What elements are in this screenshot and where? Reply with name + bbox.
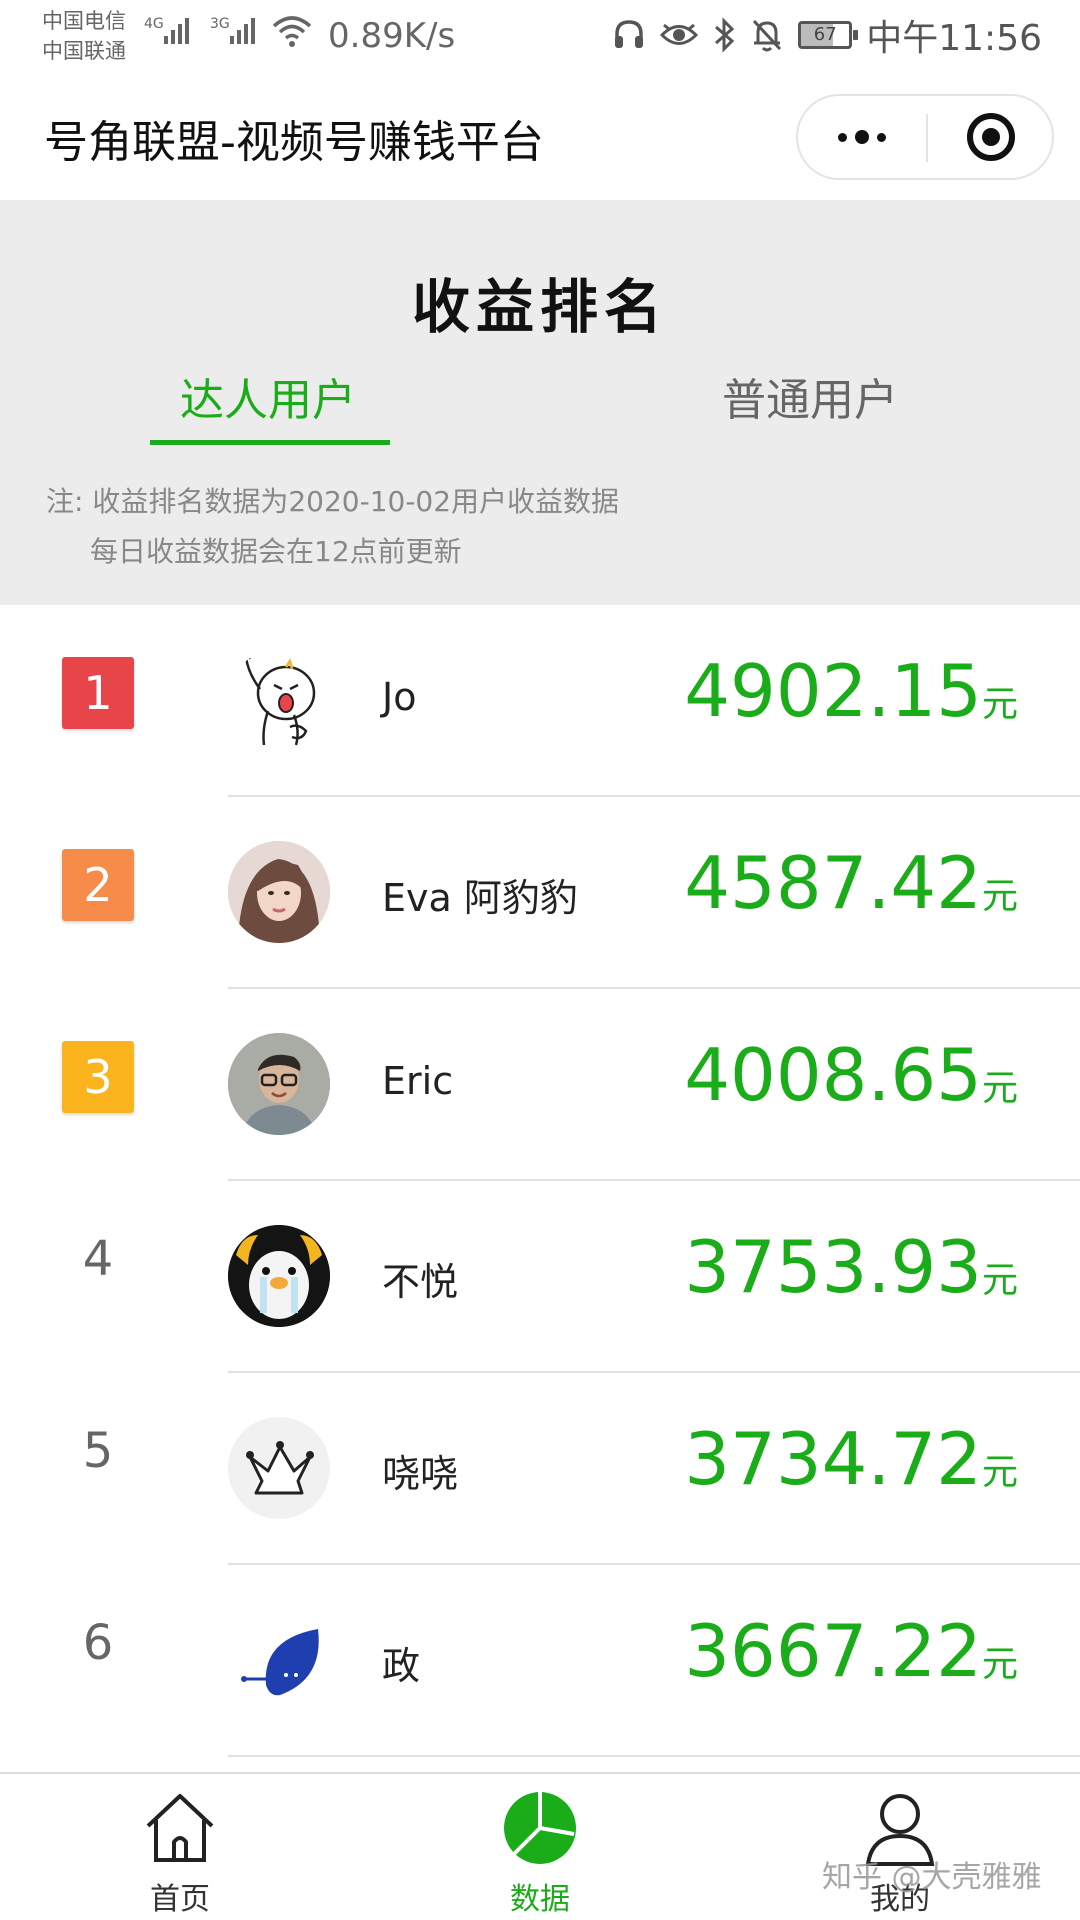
list-item[interactable]: 1 Jo 4902.15元 [0, 605, 1080, 797]
user-name: Jo [382, 675, 417, 719]
network-type-1: 4G [144, 16, 164, 32]
user-name: 哓哓 [382, 1452, 459, 1496]
home-icon [146, 1794, 214, 1862]
bell-off-icon [753, 19, 782, 52]
earnings-unit: 元 [981, 684, 1018, 725]
earnings: 3753.93元 [684, 1225, 1018, 1309]
status-bar: 中国电信 中国联通 4G 3G 0.89K/s 67 中午11:56 [0, 0, 1080, 76]
carrier-1: 中国电信 [42, 9, 126, 33]
earnings-unit: 元 [981, 1452, 1018, 1493]
tab-daren-users[interactable]: 达人用户 [180, 364, 356, 428]
bluetooth-icon [715, 17, 735, 53]
earnings: 4008.65元 [684, 1033, 1018, 1117]
bottom-tab-bar: 首页 数据 我的 [0, 1772, 1080, 1920]
earnings-amount: 4902.15 [684, 649, 982, 733]
earnings: 4587.42元 [684, 841, 1018, 925]
network-type-2: 3G [210, 16, 230, 32]
list-item[interactable]: 2 Eva 阿豹豹 4587.42元 [0, 797, 1080, 989]
penguin-avatar [228, 1225, 330, 1327]
earnings-amount: 3667.22 [684, 1609, 982, 1693]
close-mini-program-button[interactable] [928, 96, 1054, 178]
list-item[interactable]: 3 Eric 4008.65元 [0, 989, 1080, 1181]
row-divider [228, 1755, 1080, 1757]
earnings-amount: 3753.93 [684, 1225, 982, 1309]
earnings-unit: 元 [981, 1068, 1018, 1109]
earnings-amount: 4008.65 [684, 1033, 982, 1117]
rank-number: 5 [82, 1423, 114, 1479]
earnings-amount: 4587.42 [684, 841, 982, 925]
list-item[interactable]: 4 不悦 3753.93元 [0, 1181, 1080, 1373]
status-clock: 中午11:56 [866, 18, 1042, 59]
headset-icon [615, 20, 644, 48]
crown-avatar [228, 1417, 330, 1519]
network-speed: 0.89K/s [328, 16, 456, 56]
battery-icon: 67 [798, 21, 859, 49]
rank-number: 6 [82, 1615, 114, 1671]
carrier-2: 中国联通 [42, 39, 126, 63]
pie-chart-icon [504, 1792, 576, 1864]
ranking-header: 收益排名 达人用户 普通用户 注: 收益排名数据为2020-10-02用户收益数… [0, 200, 1080, 605]
target-close-icon [967, 113, 1015, 161]
earnings-unit: 元 [981, 1644, 1018, 1685]
capsule-menu [796, 94, 1054, 180]
carrier-labels: 中国电信 中国联通 [42, 6, 126, 66]
battery-level: 67 [813, 24, 837, 45]
app-title: 号角联盟-视频号赚钱平台 [44, 117, 544, 168]
user-name: 政 [382, 1644, 421, 1688]
rank-badge: 1 [62, 657, 134, 729]
user-name: 不悦 [382, 1260, 459, 1304]
list-item[interactable]: 5 哓哓 3734.72元 [0, 1373, 1080, 1565]
photo-avatar [228, 1033, 330, 1135]
nav-label: 数据 [510, 1882, 570, 1917]
earnings-amount: 3734.72 [684, 1417, 982, 1501]
rank-badge: 2 [62, 849, 134, 921]
watermark: 知乎 @大壳雅雅 [822, 1860, 1042, 1895]
photo-avatar [228, 841, 330, 943]
rank-badge: 3 [62, 1041, 134, 1113]
list-item[interactable]: 6 政 3667.22元 [0, 1565, 1080, 1757]
eye-icon [660, 23, 699, 45]
nav-label: 首页 [150, 1882, 210, 1917]
rank-number: 4 [82, 1231, 114, 1287]
earnings: 3734.72元 [684, 1417, 1018, 1501]
page-title: 收益排名 [411, 273, 668, 341]
leaf-avatar [228, 1609, 330, 1711]
earnings: 3667.22元 [684, 1609, 1018, 1693]
mini-program-title-bar: 号角联盟-视频号赚钱平台 [0, 76, 1080, 200]
earnings-unit: 元 [981, 876, 1018, 917]
ranking-list: 1 Jo 4902.15元 2 Eva 阿豹豹 4587.42元 3 Eric … [0, 605, 1080, 1757]
note-line-2: 每日收益数据会在12点前更新 [90, 535, 462, 568]
user-name: Eva 阿豹豹 [382, 876, 578, 920]
nav-home[interactable]: 首页 [100, 1790, 260, 1918]
more-dots-icon[interactable] [798, 96, 926, 178]
cartoon-avatar [228, 649, 330, 751]
tab-regular-users[interactable]: 普通用户 [722, 364, 898, 428]
note-line-1: 注: 收益排名数据为2020-10-02用户收益数据 [46, 485, 620, 518]
status-icons: 67 中午11:56 [612, 10, 1042, 60]
signal-bars-2-icon [230, 14, 255, 44]
earnings: 4902.15元 [684, 649, 1018, 733]
active-tab-indicator [150, 440, 390, 445]
signal-bars-1-icon [164, 14, 189, 44]
earnings-unit: 元 [981, 1260, 1018, 1301]
wifi-icon [272, 16, 312, 47]
nav-data[interactable]: 数据 [460, 1790, 620, 1918]
user-name: Eric [382, 1059, 454, 1103]
